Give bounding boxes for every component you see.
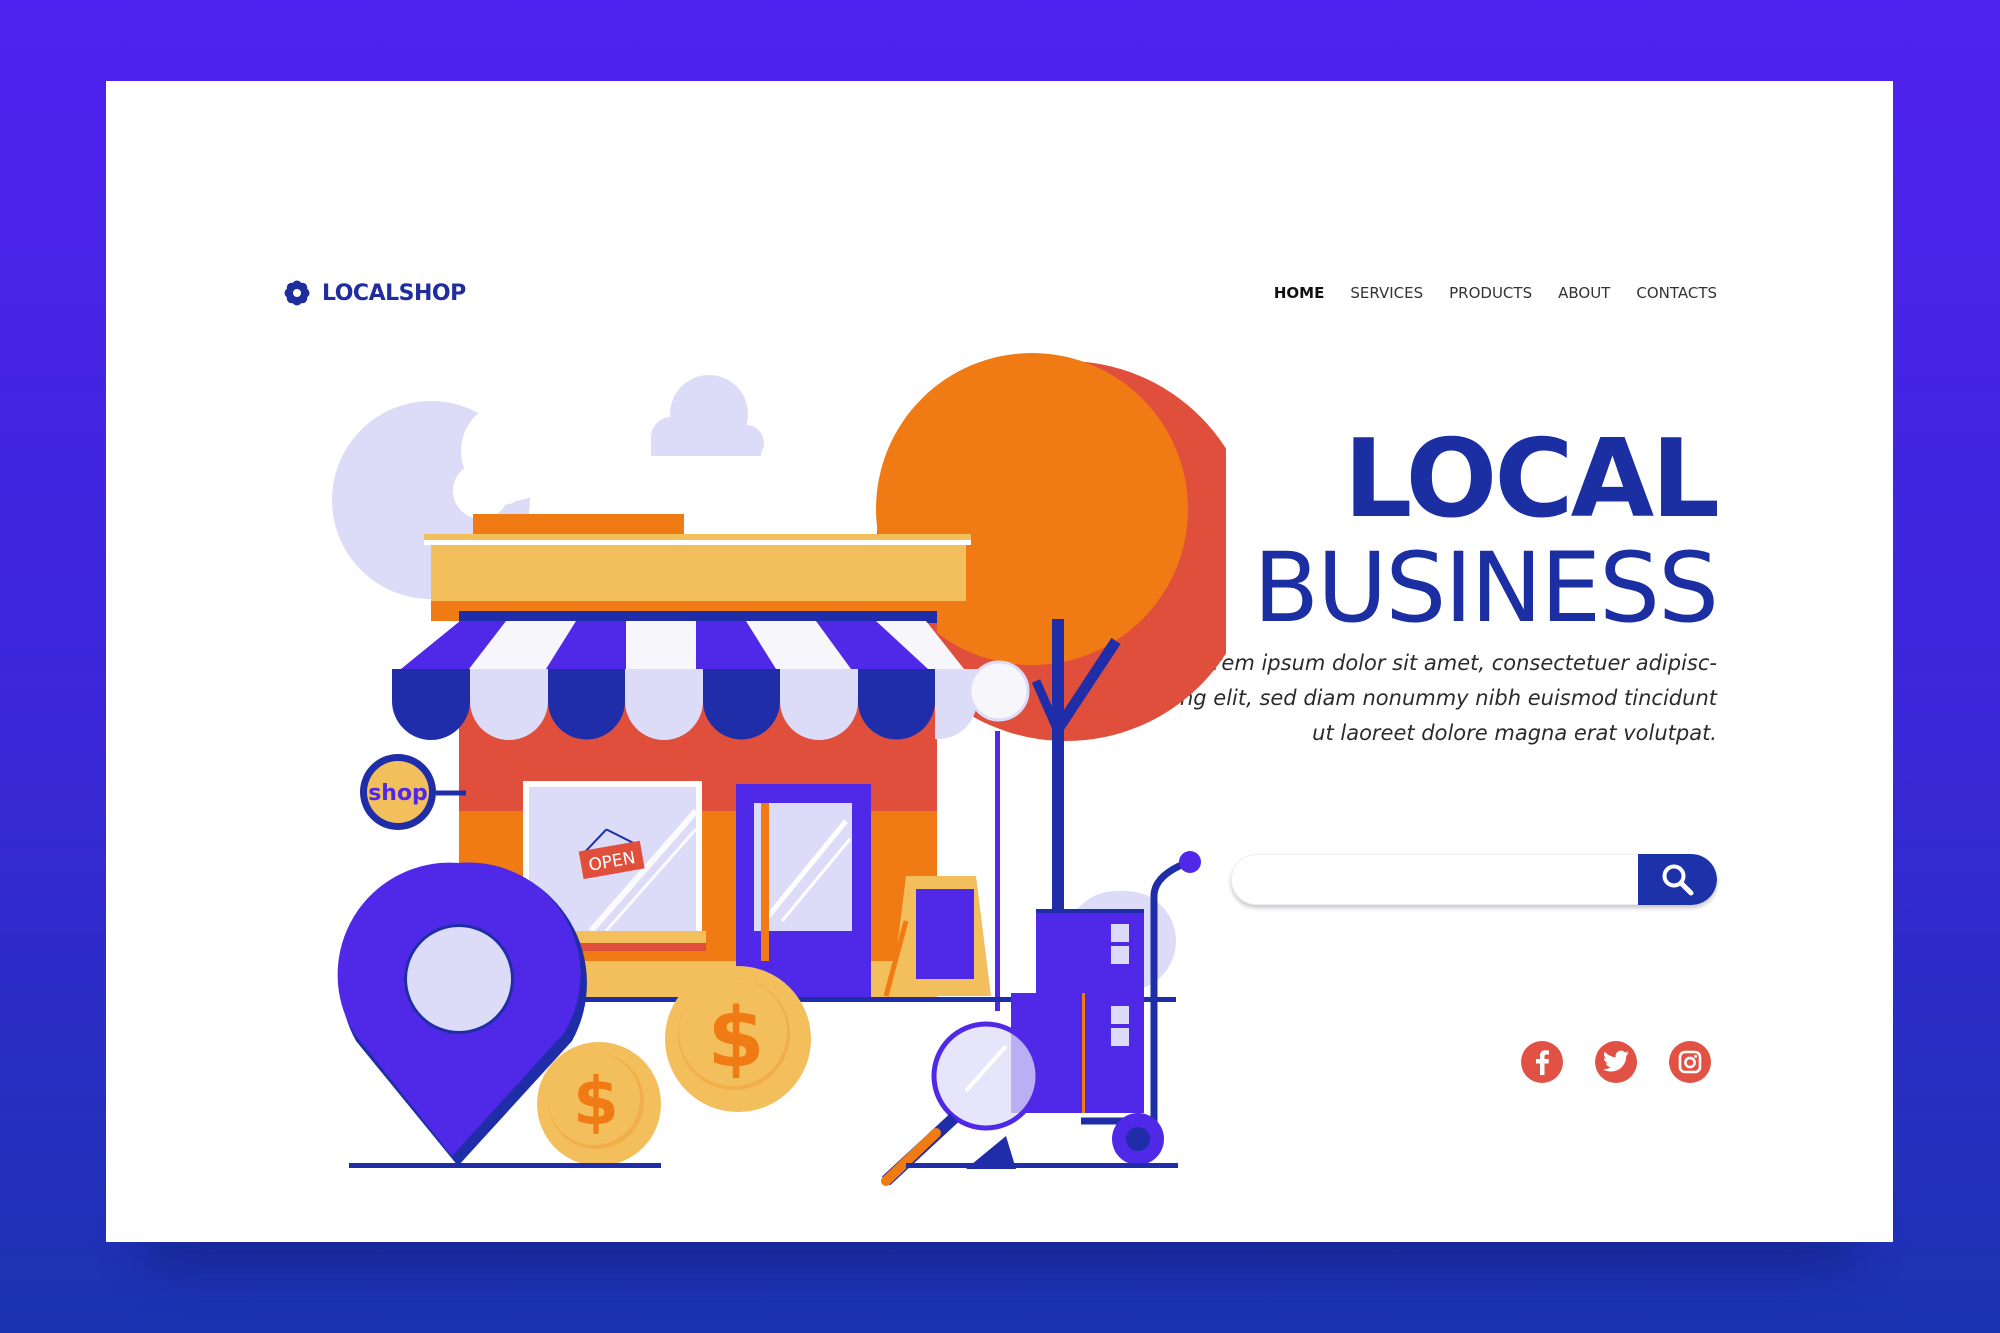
search-bar — [1231, 854, 1717, 905]
hero-description: Lorem ipsum dolor sit amet, consectetuer… — [1174, 651, 1717, 745]
coin-large: $ — [665, 966, 811, 1112]
hero-title: LOCAL BUSINESS — [1253, 417, 1720, 644]
main-nav: HOME SERVICES PRODUCTS ABOUT CONTACTS — [1274, 284, 1717, 302]
coin-small: $ — [537, 1042, 661, 1166]
roof-chimney — [473, 514, 684, 536]
search-input[interactable] — [1231, 854, 1638, 905]
twitter-icon[interactable] — [1595, 1041, 1637, 1083]
hero-title-line2: BUSINESS — [1253, 532, 1719, 644]
search-button[interactable] — [1638, 854, 1717, 905]
shop-sign-text: shop — [368, 781, 428, 806]
search-icon — [1662, 864, 1693, 895]
nav-home[interactable]: HOME — [1274, 284, 1324, 302]
nav-about[interactable]: ABOUT — [1558, 284, 1610, 302]
coin-large-symbol: $ — [707, 991, 764, 1086]
facebook-icon[interactable] — [1521, 1041, 1563, 1083]
landing-page-card: LOCALSHOP HOME SERVICES PRODUCTS ABOUT C… — [106, 81, 1893, 1242]
coin-small-symbol: $ — [573, 1063, 619, 1140]
shop-illustration: OPEN shop $ $ — [332, 353, 1226, 1186]
social-links — [1521, 1041, 1711, 1083]
cloud-shape — [646, 375, 766, 476]
nav-services[interactable]: SERVICES — [1350, 284, 1423, 302]
instagram-icon[interactable] — [1669, 1041, 1711, 1083]
nav-products[interactable]: PRODUCTS — [1449, 284, 1532, 302]
lamp-post — [995, 731, 1000, 1011]
magnifier-icon — [881, 1021, 1041, 1186]
striped-awning — [392, 621, 977, 740]
ground-line — [349, 1163, 661, 1168]
hero-title-line1: LOCAL — [1343, 417, 1720, 542]
nav-contacts[interactable]: CONTACTS — [1636, 284, 1717, 302]
